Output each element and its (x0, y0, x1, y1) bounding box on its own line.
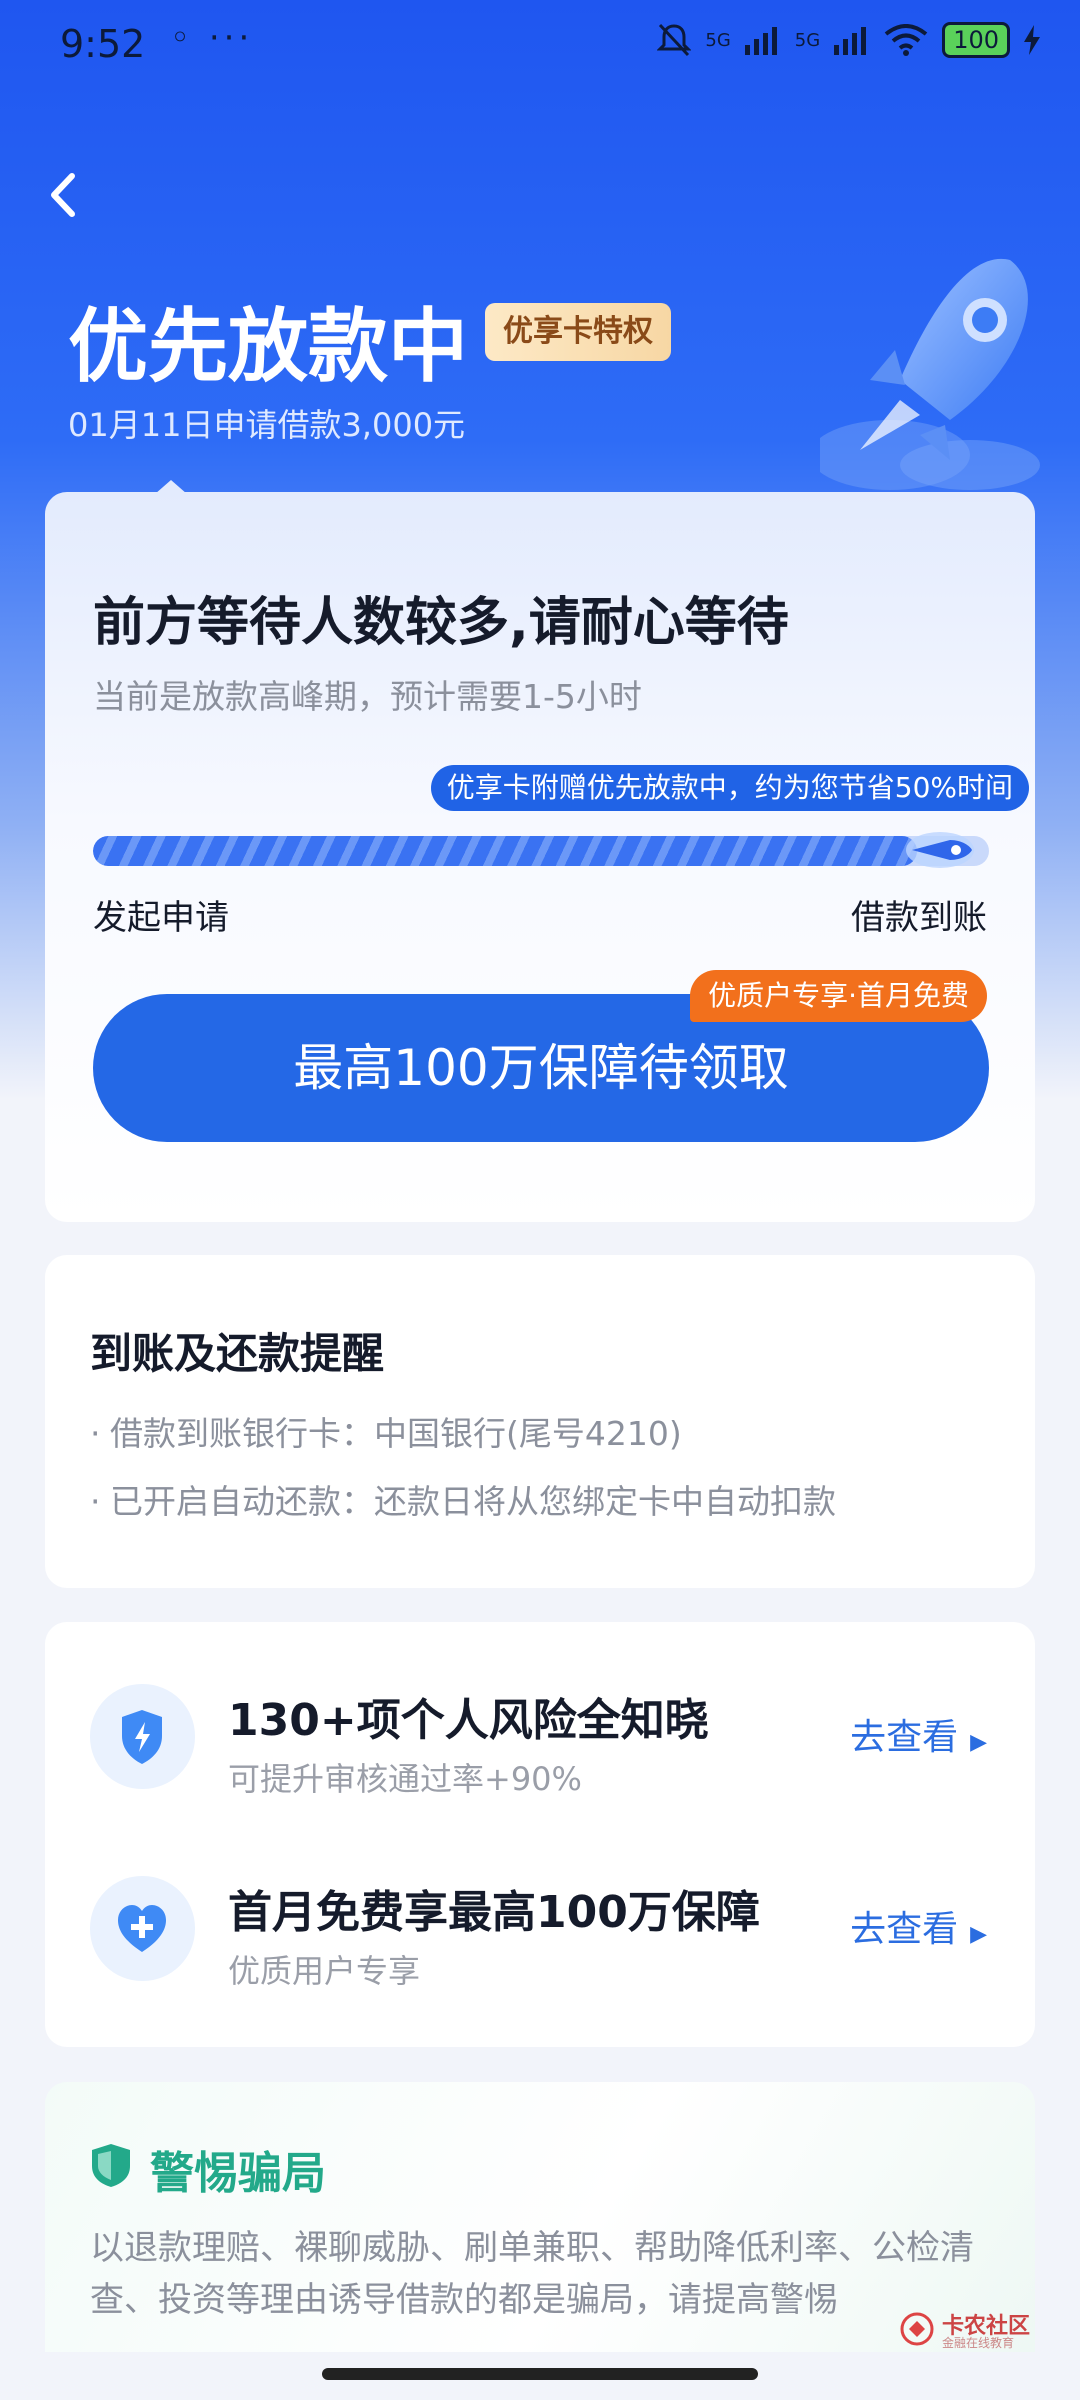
services-card: 130+项个人风险全知晓 可提升审核通过率+90% 去查看 ▶ 首月免费享最高10… (45, 1622, 1035, 2047)
watermark-subtext: 金融在线教育 (942, 2336, 1015, 2350)
wait-message-subtitle: 当前是放款高峰期，预计需要1-5小时 (93, 677, 642, 716)
chevron-left-icon (51, 173, 75, 217)
view-link-label: 去查看 (850, 1909, 959, 1950)
service-title: 首月免费享最高100万保障 (228, 1887, 760, 1938)
home-indicator[interactable] (322, 2368, 758, 2380)
wifi-icon (884, 24, 928, 56)
back-button[interactable] (48, 170, 88, 220)
application-summary: 01月11日申请借款3,000元 (68, 406, 466, 444)
signal-bars-icon (744, 27, 777, 55)
wait-message-title: 前方等待人数较多,请耐心等待 (93, 593, 789, 653)
view-link[interactable]: 去查看 ▶ (850, 1900, 987, 1952)
heart-plus-icon (90, 1876, 195, 1981)
mute-bell-icon (657, 23, 692, 57)
service-subtitle: 优质用户专享 (228, 1952, 421, 1990)
signal-5g-label-2: 5G (794, 29, 821, 51)
signal-bars-icon (834, 27, 867, 55)
progress-start-label: 发起申请 (93, 898, 229, 938)
status-dots: ◦ ··· (170, 18, 254, 58)
view-link-label: 去查看 (850, 1717, 959, 1758)
reminder-card: 到账及还款提醒 · 借款到账银行卡：中国银行(尾号4210) · 已开启自动还款：还… (45, 1255, 1035, 1588)
shield-bolt-icon (90, 1684, 195, 1789)
shield-check-icon (92, 2144, 130, 2187)
watermark-logo: 卡农社区 金融在线教育 (900, 2308, 1030, 2352)
triangle-right-icon: ▶ (970, 1730, 987, 1755)
list-item: · 借款到账银行卡：中国银行(尾号4210) (90, 1407, 682, 1455)
watermark-icon (900, 2312, 934, 2346)
service-risk-report[interactable]: 130+项个人风险全知晓 可提升审核通过率+90% 去查看 ▶ (45, 1662, 1035, 1822)
service-protection[interactable]: 首月免费享最高100万保障 优质用户专享 去查看 ▶ (45, 1854, 1035, 2014)
progress-card: 前方等待人数较多,请耐心等待 当前是放款高峰期，预计需要1-5小时 优享卡附赠优… (45, 492, 1035, 1222)
bullet-dot-icon: · (90, 1414, 101, 1453)
bullet-dot-icon: · (90, 1482, 101, 1521)
progress-end-label: 借款到账 (851, 898, 987, 938)
loan-progress-bar (93, 836, 989, 866)
status-bar: 9:52 ◦ ··· 5G 5G 100 (0, 0, 1080, 95)
promo-tag: 优质户专享·首月免费 (690, 970, 987, 1022)
fraud-warning-title: 警惕骗局 (150, 2148, 326, 2199)
page-title: 优先放款中 (68, 300, 468, 393)
charging-bolt-icon (1024, 25, 1040, 55)
reminder-line-bank: 借款到账银行卡：中国银行(尾号4210) (110, 1414, 682, 1453)
progress-rocket-icon (906, 832, 974, 868)
triangle-right-icon: ▶ (970, 1922, 987, 1947)
battery-indicator: 100 (942, 22, 1010, 58)
service-subtitle: 可提升审核通过率+90% (228, 1760, 582, 1798)
signal-5g-label-1: 5G (705, 29, 731, 51)
reminder-title: 到账及还款提醒 (90, 1329, 385, 1378)
list-item: · 已开启自动还款：还款日将从您绑定卡中自动扣款 (90, 1475, 836, 1523)
status-icons: 5G 5G 100 (657, 22, 1040, 58)
fraud-warning-text: 以退款理赔、裸聊威胁、刷单兼职、帮助降低利率、公检清查、投资等理由诱导借款的都是… (90, 2228, 974, 2320)
reminder-line-autopay: 已开启自动还款：还款日将从您绑定卡中自动扣款 (110, 1482, 836, 1521)
rocket-illustration-icon (820, 258, 1040, 490)
service-title: 130+项个人风险全知晓 (228, 1695, 709, 1746)
status-time: 9:52 (60, 22, 146, 66)
fraud-warning-card: 警惕骗局 以退款理赔、裸聊威胁、刷单兼职、帮助降低利率、公检清查、投资等理由诱导… (45, 2082, 1035, 2352)
privilege-badge: 优享卡特权 (485, 303, 671, 361)
loan-progress-fill (93, 836, 918, 866)
time-saving-tip: 优享卡附赠优先放款中，约为您节省50%时间 (430, 765, 1029, 811)
view-link[interactable]: 去查看 ▶ (850, 1708, 987, 1760)
